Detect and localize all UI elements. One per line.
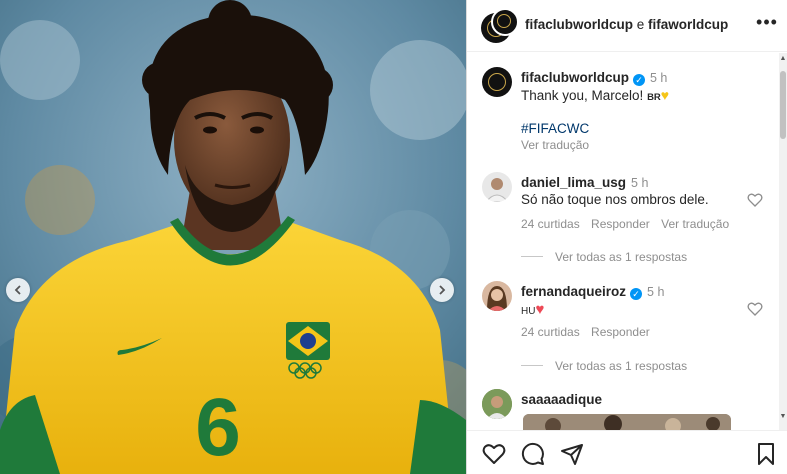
scrollbar[interactable]: ▲ ▼ [779,53,787,430]
see-translation-link[interactable]: Ver tradução [521,138,589,152]
jersey-number: 6 [195,382,241,473]
like-button[interactable] [482,442,506,466]
comments-list: fifaclubworldcup ✓ 5 h Thank you, Marcelo!… [467,53,779,430]
reply-link[interactable]: Responder [591,325,650,339]
comment-text: Só não toque nos ombros dele. [521,192,709,207]
more-options-button[interactable]: ••• [755,12,779,36]
comment-username[interactable]: daniel_lima_usg [521,175,626,190]
comment-header: daniel_lima_usg 5 h [521,174,648,192]
post-photo[interactable]: 6 [0,0,466,474]
verified-icon: ✓ [633,74,645,86]
red-heart-icon: ♥ [535,301,545,318]
view-replies-link[interactable]: Ver todas as 1 respostas [555,359,687,373]
avatar[interactable] [482,172,512,202]
avatar[interactable] [491,8,519,36]
comment-username[interactable]: saaaaadique [521,392,602,407]
verified-icon: ✓ [630,288,643,300]
comment-icon [521,442,544,465]
post-actions-bar [467,430,787,474]
more-icon: ••• [756,12,778,32]
next-image-button[interactable] [430,278,454,302]
avatar[interactable] [482,389,512,419]
comment-header: fernandaqueiroz ✓ 5 h [521,283,664,301]
likes-count[interactable]: 24 curtidas [521,325,580,339]
caption-body: Thank you, Marcelo! [521,88,648,103]
avatar[interactable] [482,67,512,97]
bookmark-icon [758,443,774,465]
scroll-up-icon[interactable]: ▲ [779,55,787,63]
comment-header: saaaaadique [521,391,602,409]
flag-label: BR [647,92,661,103]
view-replies-link[interactable]: Ver todas as 1 respostas [555,250,687,264]
caption-text: Thank you, Marcelo! BR♥ [521,87,669,103]
comment-actions: 24 curtidas Responder Ver tradução [521,217,729,231]
share-icon [561,444,583,465]
share-button[interactable] [560,442,584,466]
caption-time[interactable]: 5 h [650,71,667,85]
avatar[interactable] [482,281,512,311]
author-link[interactable]: fifaworldcup [648,17,728,32]
post-header: fifaclubworldcup e fifaworldcup ••• [467,0,787,52]
divider [521,256,543,257]
divider [521,365,543,366]
scroll-thumb[interactable] [780,71,786,139]
post-side-panel: fifaclubworldcup e fifaworldcup ••• fifa… [466,0,787,474]
post-authors: fifaclubworldcup e fifaworldcup [525,17,728,32]
scroll-down-icon[interactable]: ▼ [779,413,787,421]
comment-username[interactable]: fernandaqueiroz [521,284,626,299]
yellow-heart-icon: ♥ [660,87,670,103]
comment-time[interactable]: 5 h [631,176,648,190]
comment-text: HU♥ [521,301,544,318]
caption-hashtag[interactable]: #FIFACWC [521,121,589,136]
save-button[interactable] [754,442,778,466]
heart-icon[interactable] [747,301,763,317]
chevron-left-icon [14,285,21,295]
comment-button[interactable] [521,442,545,466]
comment-time[interactable]: 5 h [647,285,664,299]
caption-header: fifaclubworldcup ✓ 5 h [521,69,667,87]
comment-image[interactable] [523,414,731,430]
comment-actions: 24 curtidas Responder [521,325,650,339]
heart-icon [482,444,506,464]
author-link[interactable]: fifaclubworldcup [525,17,633,32]
heart-icon[interactable] [747,192,763,208]
see-translation-link[interactable]: Ver tradução [661,217,729,231]
likes-count[interactable]: 24 curtidas [521,217,580,231]
previous-image-button[interactable] [6,278,30,302]
comment-text-prefix: HU [521,306,536,317]
reply-link[interactable]: Responder [591,217,650,231]
instagram-post-modal: 6 fifaclubworldcup e fifaworldcup ••• fi… [0,0,787,474]
author-separator: e [633,17,649,32]
caption-username[interactable]: fifaclubworldcup [521,70,629,85]
chevron-right-icon [439,285,446,295]
